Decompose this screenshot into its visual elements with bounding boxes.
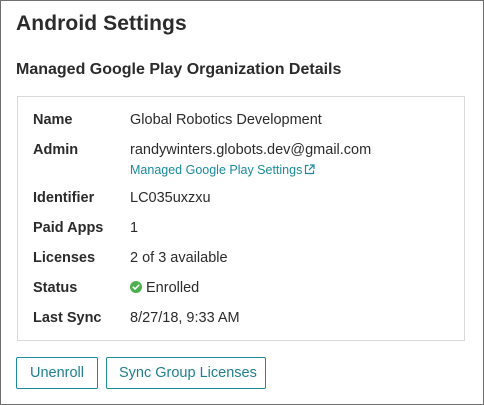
status-text: Enrolled (146, 280, 200, 296)
detail-label-name: Name (33, 112, 73, 128)
detail-value-last-sync: 8/27/18, 9:33 AM (130, 310, 240, 326)
settings-panel: Android Settings Managed Google Play Org… (0, 0, 484, 405)
detail-value-admin: randywinters.globots.dev@gmail.com Manag… (130, 141, 371, 180)
check-circle-icon (130, 280, 142, 293)
sync-group-licenses-button[interactable]: Sync Group Licenses (106, 357, 266, 389)
detail-label-paid-apps: Paid Apps (33, 220, 104, 236)
detail-value-paid-apps: 1 (130, 220, 139, 236)
detail-value-licenses: 2 of 3 available (130, 250, 228, 266)
managed-google-play-settings-label: Managed Google Play Settings (130, 163, 303, 177)
section-title: Managed Google Play Organization Details (16, 61, 342, 78)
page-title: Android Settings (16, 12, 187, 35)
detail-label-last-sync: Last Sync (33, 310, 102, 326)
detail-value-status: Enrolled (130, 279, 199, 297)
detail-label-status: Status (33, 280, 78, 296)
organization-details-box: Name Global Robotics Development Admin r… (17, 96, 465, 341)
managed-google-play-settings-link[interactable]: Managed Google Play Settings (130, 161, 371, 180)
unenroll-button[interactable]: Unenroll (16, 357, 98, 389)
detail-label-admin: Admin (33, 142, 79, 158)
admin-email: randywinters.globots.dev@gmail.com (130, 142, 372, 158)
detail-value-identifier: LC035uxzxu (130, 190, 211, 206)
detail-label-licenses: Licenses (33, 250, 96, 266)
detail-label-identifier: Identifier (33, 190, 95, 206)
detail-value-name: Global Robotics Development (130, 112, 322, 128)
external-link-icon (304, 162, 315, 180)
